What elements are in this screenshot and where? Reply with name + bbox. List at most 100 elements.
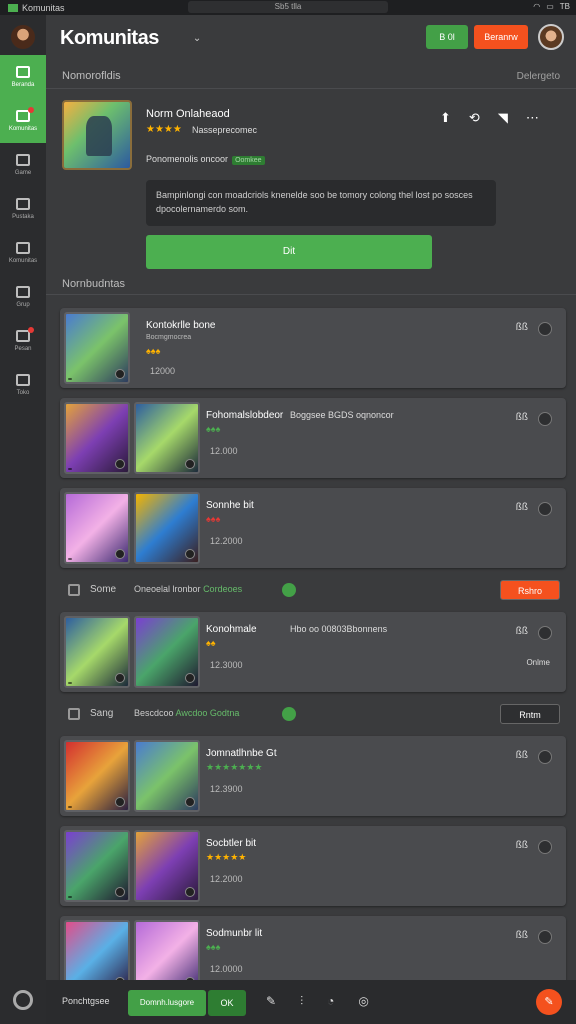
post-art-secondary[interactable] xyxy=(134,740,200,812)
ok-button[interactable]: OK xyxy=(208,990,246,1016)
featured-description: Bampinlongi con moadcriols knenelde soo … xyxy=(146,180,496,226)
post-card[interactable]: Kontokrlle bone Bocmgmocrea ♠♠♠ 12000 ßß xyxy=(60,308,566,388)
post-side-label[interactable]: ßß xyxy=(516,840,528,851)
home-button[interactable]: Beranrw xyxy=(474,25,528,49)
featured-rating-text: Nasseprecomec xyxy=(192,125,258,135)
post-art-secondary[interactable] xyxy=(134,402,200,474)
options-icon[interactable] xyxy=(538,840,552,854)
online-button[interactable]: B 0l xyxy=(426,25,468,49)
post-stars: ★★★★★ xyxy=(206,852,247,862)
compose-fab[interactable]: ✎ xyxy=(536,989,562,1015)
art-label xyxy=(68,896,72,898)
sidebar-item-label: Toko xyxy=(16,390,30,396)
sidebar-item-6[interactable]: Pesan xyxy=(0,319,46,363)
bottom-label: Ponchtgsee xyxy=(62,996,110,1006)
post-card[interactable]: Konohmale Hbo oo 00803Bbonnens ♠♠ 12.3000 ßß… xyxy=(60,612,566,692)
post-side-label[interactable]: ßß xyxy=(516,502,528,513)
post-stars: ♠♠♠ xyxy=(206,424,221,434)
checkbox[interactable] xyxy=(68,584,80,596)
divider xyxy=(46,294,576,295)
options-icon[interactable] xyxy=(538,412,552,426)
clock-text: TB xyxy=(559,2,570,11)
post-art[interactable] xyxy=(64,616,130,688)
post-title[interactable]: Sodmunbr lit xyxy=(206,928,262,939)
sidebar-item-2[interactable]: Game xyxy=(0,143,46,187)
sidebar-item-3[interactable]: Pustaka xyxy=(0,187,46,231)
wifi-icon[interactable]: ◥ xyxy=(498,110,508,126)
post-art[interactable] xyxy=(64,312,130,384)
banner-button[interactable]: Rshro xyxy=(500,580,560,600)
check-icon xyxy=(282,707,296,721)
options-icon[interactable] xyxy=(538,502,552,516)
post-card[interactable]: Jomnatlhnbe Gt ★★★★★★★ 12.3900 ßß xyxy=(60,736,566,816)
sidebar-item-0[interactable]: Beranda xyxy=(0,55,46,99)
post-card[interactable]: Fohomalslobdeor Boggsee BGDS oqnoncor ♠♠♠ 1… xyxy=(60,398,566,478)
post-stars: ★★★★★★★ xyxy=(206,762,263,772)
banner-label: Some xyxy=(90,584,117,595)
bottom-bar: Ponchtgsee Domnh.lusgore OK ✎ ⫶ ◔ ◎ ✎ xyxy=(46,980,576,1024)
featured-actions: ⬆ ⟲ ◥ ⋯ xyxy=(440,110,539,126)
status-badge[interactable]: Onlme xyxy=(526,658,550,667)
more-icon[interactable]: ⋯ xyxy=(526,110,539,126)
post-side-label[interactable]: ßß xyxy=(516,930,528,941)
banner-highlight[interactable]: Awcdoo Godtna xyxy=(176,708,240,718)
avatar[interactable] xyxy=(11,25,35,49)
section-link-top[interactable]: Delergeto xyxy=(517,71,560,82)
post-side-label[interactable]: ßß xyxy=(516,626,528,637)
alert-dot xyxy=(28,107,34,113)
chat-bubble-icon[interactable]: ◎ xyxy=(358,994,368,1009)
post-stars: ♠♠♠ xyxy=(146,346,161,356)
sidebar-item-1[interactable]: Komunitas xyxy=(0,99,46,143)
post-card[interactable]: Sonnhe bit ♠♠♠ 12.2000 ßß xyxy=(60,488,566,568)
upvote-icon[interactable]: ⬆ xyxy=(440,110,451,126)
options-icon[interactable] xyxy=(538,930,552,944)
sidebar-item-4[interactable]: Komunitas xyxy=(0,231,46,275)
post-extra: Hbo oo 00803Bbonnens xyxy=(290,624,388,634)
post-art-secondary[interactable] xyxy=(134,830,200,902)
sidebar-item-label: Grup xyxy=(16,302,30,308)
post-title[interactable]: Jomnatlhnbe Gt xyxy=(206,748,277,759)
post-art-secondary[interactable] xyxy=(134,492,200,564)
post-title[interactable]: Fohomalslobdeor xyxy=(206,410,283,421)
sidebar-item-7[interactable]: Toko xyxy=(0,363,46,407)
chevron-down-icon[interactable]: ⌄ xyxy=(193,33,201,44)
post-title[interactable]: Kontokrlle bone xyxy=(146,320,216,331)
post-title[interactable]: Sonnhe bit xyxy=(206,500,254,511)
post-title[interactable]: Konohmale xyxy=(206,624,257,635)
post-card[interactable]: Socbtler bit ★★★★★ 12.2000 ßß xyxy=(60,826,566,906)
featured-thumbnail[interactable] xyxy=(62,100,132,170)
post-art-secondary[interactable] xyxy=(134,616,200,688)
badge-icon xyxy=(115,369,125,379)
art-label xyxy=(68,468,72,470)
window-title: Sb5 tlla xyxy=(188,1,388,13)
header: Komunitas ⌄ B 0l Beranrw xyxy=(46,15,576,61)
checkbox[interactable] xyxy=(68,708,80,720)
options-icon[interactable] xyxy=(538,626,552,640)
options-icon[interactable] xyxy=(538,750,552,764)
post-side-label[interactable]: ßß xyxy=(516,322,528,333)
profile-avatar[interactable] xyxy=(538,24,564,50)
featured-title[interactable]: Norm Onlaheaod xyxy=(146,108,230,120)
post-art[interactable] xyxy=(64,402,130,474)
home-icon xyxy=(16,66,30,78)
battery-icon: ▭ xyxy=(546,2,554,11)
bell-icon[interactable]: ◔ xyxy=(327,994,334,1009)
share-icon[interactable]: ⟲ xyxy=(469,110,480,126)
pencil-icon[interactable]: ✎ xyxy=(266,994,276,1009)
post-side-label[interactable]: ßß xyxy=(516,412,528,423)
chart-icon[interactable]: ⫶ xyxy=(300,994,303,1009)
play-button[interactable]: Dit xyxy=(146,235,432,269)
featured-post: Norm Onlaheaod ★★★★ Nasseprecomec ⬆ ⟲ ◥ … xyxy=(60,100,564,275)
post-art[interactable] xyxy=(64,830,130,902)
banner-highlight[interactable]: Cordeoes xyxy=(203,584,242,594)
post-side-label[interactable]: ßß xyxy=(516,750,528,761)
post-art[interactable] xyxy=(64,740,130,812)
post-art[interactable] xyxy=(64,492,130,564)
banner-button[interactable]: Rntm xyxy=(500,704,560,724)
sidebar-item-5[interactable]: Grup xyxy=(0,275,46,319)
post-title[interactable]: Socbtler bit xyxy=(206,838,256,849)
bottom-input[interactable]: Domnh.lusgore xyxy=(128,990,206,1016)
options-icon[interactable] xyxy=(538,322,552,336)
settings-icon[interactable] xyxy=(13,990,33,1010)
sidebar-item-label: Game xyxy=(14,170,32,176)
